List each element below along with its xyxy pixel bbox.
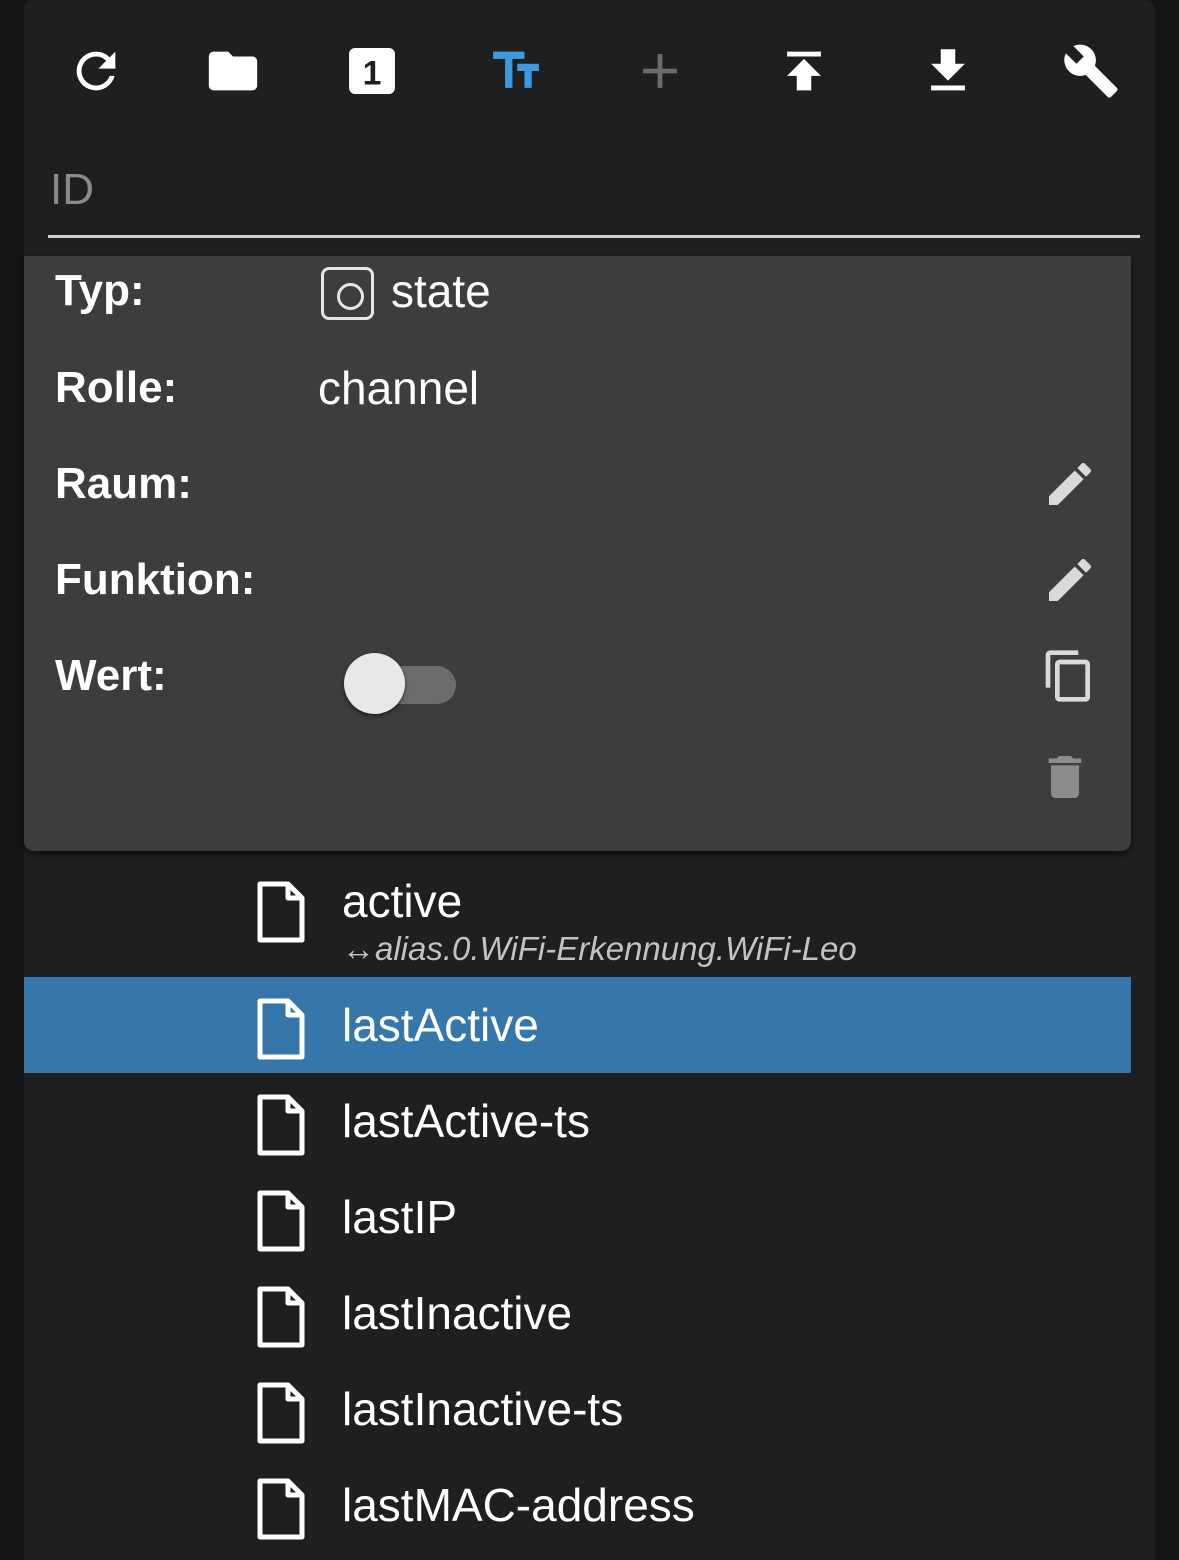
wrench-icon: [1064, 44, 1118, 98]
object-browser-panel: 1 ID Typ: state Rolle: channel Raum: Fun…: [24, 0, 1155, 1560]
numbered-box-icon: 1: [349, 48, 395, 94]
id-filter-field[interactable]: [48, 150, 1140, 238]
list-item-lastInactive-ts[interactable]: lastInactive-ts: [24, 1361, 1131, 1457]
file-icon: [256, 1477, 306, 1541]
list-item-name: lastMAC-address: [342, 1479, 695, 1531]
pencil-icon: [1049, 558, 1092, 601]
counter-button[interactable]: 1: [339, 38, 405, 104]
rolle-row: Rolle: channel: [24, 353, 1131, 423]
list-item-lastInactive[interactable]: lastInactive: [24, 1265, 1131, 1361]
list-item-name: lastActive: [342, 999, 539, 1051]
typ-label: Typ:: [55, 266, 145, 315]
raum-label: Raum:: [55, 459, 192, 508]
upload-button[interactable]: [771, 38, 837, 104]
text-size-button[interactable]: [483, 38, 549, 104]
upload-icon: [787, 51, 821, 91]
list-item-name: lastActive-ts: [342, 1095, 590, 1147]
folder-icon: [208, 51, 258, 91]
counter-label: 1: [363, 54, 382, 92]
list-item-lastIP[interactable]: lastIP: [24, 1169, 1131, 1265]
file-icon: [256, 1093, 306, 1157]
copy-value-button[interactable]: [1041, 648, 1097, 704]
list-item-lastActive[interactable]: lastActive: [24, 977, 1131, 1073]
list-item-lastActive-ts[interactable]: lastActive-ts: [24, 1073, 1131, 1169]
file-icon: [256, 1285, 306, 1349]
trash-icon: [1048, 756, 1082, 798]
rolle-value: channel: [318, 362, 480, 414]
list-item-name: active: [342, 875, 463, 927]
edit-raum-button[interactable]: [1042, 456, 1098, 512]
settings-button[interactable]: [1058, 38, 1124, 104]
funktion-row: Funktion:: [24, 545, 1131, 615]
file-icon: [256, 997, 306, 1061]
file-icon: [256, 880, 306, 944]
list-item-name: lastInactive-ts: [342, 1383, 624, 1435]
refresh-icon: [76, 51, 116, 91]
add-button[interactable]: [627, 38, 693, 104]
refresh-button[interactable]: [63, 38, 129, 104]
file-icon: [256, 1189, 306, 1253]
download-icon: [931, 49, 965, 91]
copy-icon: [1045, 650, 1090, 702]
object-details-card: Typ: state Rolle: channel Raum: Funktion…: [24, 256, 1131, 851]
state-icon: [321, 267, 374, 320]
typ-row: Typ: state: [24, 256, 1131, 326]
folder-button[interactable]: [200, 38, 266, 104]
list-item-active[interactable]: active ↔alias.0.WiFi-Erkennung.WiFi-Leo: [24, 860, 1131, 967]
wert-label: Wert:: [55, 651, 167, 700]
list-item-alias: ↔alias.0.WiFi-Erkennung.WiFi-Leo: [342, 930, 857, 967]
wert-toggle[interactable]: [344, 651, 458, 714]
funktion-label: Funktion:: [55, 555, 256, 604]
id-filter-input[interactable]: [48, 150, 1140, 230]
delete-button[interactable]: [1037, 749, 1093, 805]
list-item-name: lastIP: [342, 1191, 458, 1243]
file-icon: [256, 1381, 306, 1445]
typ-value: state: [391, 265, 491, 317]
pencil-icon: [1049, 462, 1092, 505]
download-button[interactable]: [915, 38, 981, 104]
rolle-label: Rolle:: [55, 363, 178, 412]
edit-funktion-button[interactable]: [1042, 552, 1098, 608]
plus-icon: [643, 54, 677, 88]
text-size-icon: [493, 51, 539, 88]
wert-row: Wert:: [24, 641, 1131, 714]
toggle-knob: [344, 653, 405, 714]
list-item-name: lastInactive: [342, 1287, 573, 1339]
list-item-lastMAC-address[interactable]: lastMAC-address: [24, 1457, 1131, 1553]
toolbar: 1: [24, 0, 1155, 140]
raum-row: Raum:: [24, 449, 1131, 519]
